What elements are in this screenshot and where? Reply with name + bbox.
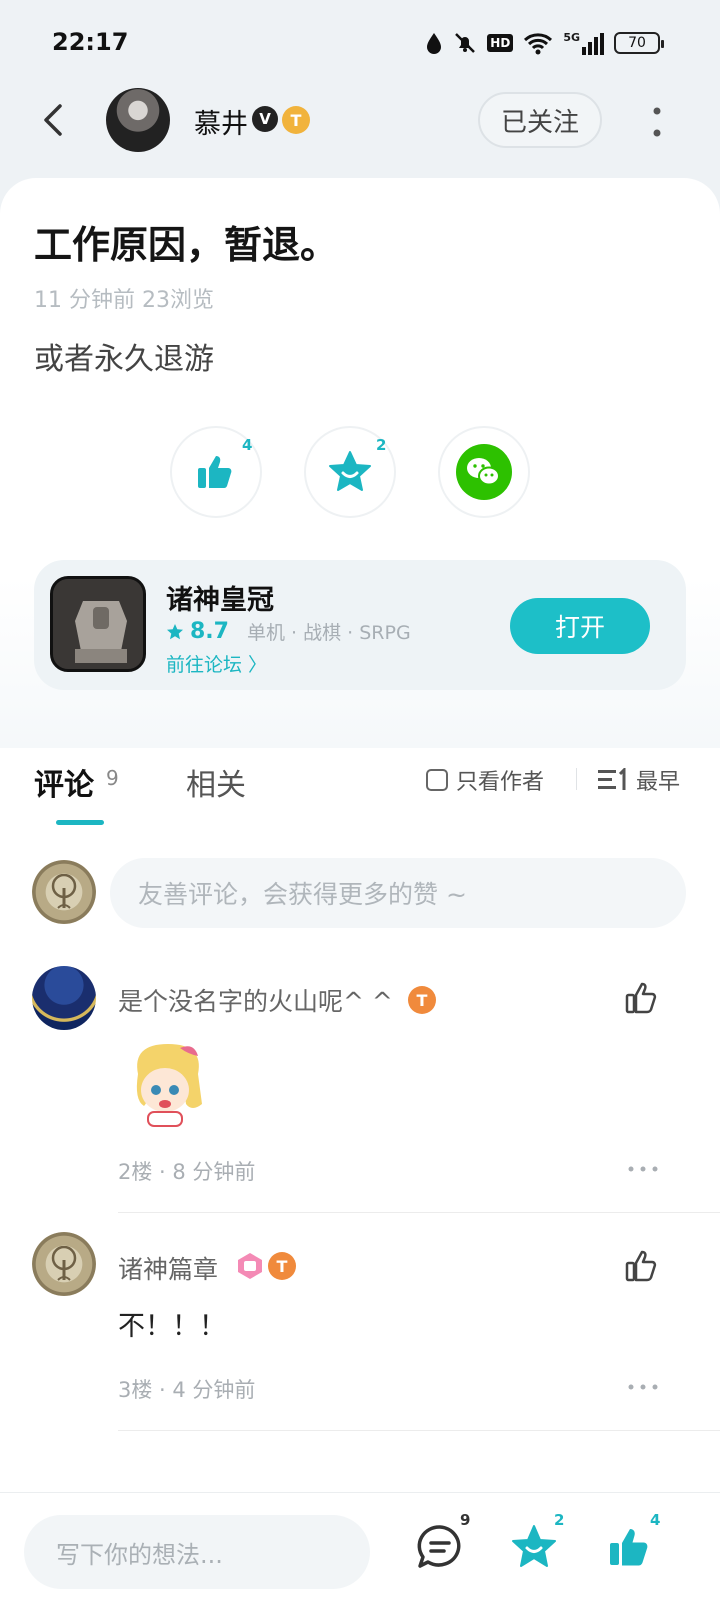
comment-input[interactable]: 友善评论，会获得更多的赞 ~ bbox=[110, 858, 686, 928]
author-avatar[interactable] bbox=[106, 88, 170, 152]
star-icon bbox=[329, 451, 371, 491]
bottom-bar: 写下你的想法... 9 2 4 bbox=[0, 1492, 720, 1610]
comments-section: 评论 9 相关 只看作者 最早 友善评论，会获得更多的赞 ~ 是个没名字的火山呢… bbox=[0, 748, 720, 1492]
thumbs-up-icon bbox=[198, 456, 232, 488]
open-game-button[interactable]: 打开 bbox=[510, 598, 650, 654]
tab-comment-count: 9 bbox=[106, 766, 119, 790]
author-pink-badge-icon bbox=[238, 1253, 262, 1279]
game-card[interactable]: 诸神皇冠 8.7 单机 · 战棋 · SRPG 前往论坛 〉 打开 bbox=[34, 560, 686, 690]
game-score: 8.7 bbox=[190, 619, 229, 644]
tree-icon bbox=[51, 874, 77, 909]
commenter-name[interactable]: 是个没名字的火山呢^ ^ bbox=[118, 982, 393, 1018]
favorite-count: 2 bbox=[376, 436, 387, 454]
status-time: 22:17 bbox=[52, 28, 129, 56]
tab-comments[interactable]: 评论 bbox=[34, 760, 94, 804]
post-header: 慕井 V T 已关注 bbox=[0, 86, 720, 178]
level-badge: T bbox=[268, 1252, 296, 1280]
my-avatar bbox=[32, 860, 96, 924]
thumbs-up-icon[interactable] bbox=[624, 1248, 660, 1284]
level-badge: T bbox=[408, 986, 436, 1014]
comment-divider bbox=[118, 1430, 720, 1431]
water-drop-icon bbox=[427, 33, 442, 54]
post-meta: 11 分钟前 23浏览 bbox=[34, 288, 214, 313]
more-horizontal-icon[interactable] bbox=[626, 1382, 660, 1392]
sort-label: 最早 bbox=[636, 770, 681, 795]
like-count: 4 bbox=[242, 436, 253, 454]
tree-icon bbox=[51, 1246, 77, 1281]
favorite-button[interactable]: 2 bbox=[304, 426, 396, 518]
post-card: 工作原因，暂退。 11 分钟前 23浏览 或者永久退游 4 2 诸神皇冠 8.7… bbox=[0, 178, 720, 748]
signal-icon: 5G bbox=[563, 31, 604, 55]
bottom-like-count: 4 bbox=[650, 1511, 661, 1529]
bottom-comment-count: 9 bbox=[460, 1511, 471, 1529]
thumbs-up-icon[interactable] bbox=[606, 1523, 654, 1571]
author-only-label: 只看作者 bbox=[456, 770, 545, 795]
checkbox-icon[interactable] bbox=[426, 769, 448, 791]
divider bbox=[576, 768, 577, 790]
bottom-favorite-count: 2 bbox=[554, 1511, 565, 1529]
commenter-avatar[interactable] bbox=[32, 966, 96, 1030]
post-body: 或者永久退游 bbox=[34, 342, 214, 377]
status-bar: 22:17 HD 5G 70 bbox=[0, 0, 720, 86]
game-tags: 单机 · 战棋 · SRPG bbox=[246, 622, 411, 644]
thumbs-up-icon[interactable] bbox=[624, 980, 660, 1016]
commenter-avatar[interactable] bbox=[32, 1232, 96, 1296]
armor-icon bbox=[53, 579, 143, 669]
author-only-toggle[interactable]: 只看作者 bbox=[426, 764, 544, 796]
level-badge: T bbox=[282, 106, 310, 134]
share-wechat-button[interactable] bbox=[438, 426, 530, 518]
wechat-icon bbox=[456, 444, 512, 500]
game-icon[interactable] bbox=[50, 576, 146, 672]
comment-meta: 3楼 · 4 分钟前 bbox=[118, 1378, 256, 1402]
game-rating: 8.7 单机 · 战棋 · SRPG bbox=[166, 618, 411, 645]
commenter-name[interactable]: 诸神篇章 bbox=[118, 1250, 218, 1286]
anime-sticker bbox=[136, 1044, 202, 1127]
tab-related[interactable]: 相关 bbox=[186, 760, 246, 804]
wifi-icon bbox=[524, 33, 553, 55]
mute-bell-icon bbox=[455, 33, 476, 53]
status-icons: HD 5G 70 bbox=[425, 28, 664, 58]
battery-level: 70 bbox=[628, 35, 646, 51]
back-arrow-icon[interactable] bbox=[34, 100, 74, 140]
comment-text: 不！！！ bbox=[118, 1311, 226, 1342]
sort-icon bbox=[598, 768, 626, 790]
verified-badge: V bbox=[252, 106, 278, 132]
comment-divider bbox=[118, 1212, 720, 1213]
battery-icon: 70 bbox=[614, 32, 664, 54]
author-name[interactable]: 慕井 bbox=[194, 102, 248, 141]
like-button[interactable]: 4 bbox=[170, 426, 262, 518]
post-title: 工作原因，暂退。 bbox=[34, 223, 339, 267]
reply-input[interactable]: 写下你的想法... bbox=[24, 1515, 370, 1589]
forum-link[interactable]: 前往论坛 〉 bbox=[166, 650, 267, 677]
network-type: 5G bbox=[563, 31, 580, 44]
comment-meta: 2楼 · 8 分钟前 bbox=[118, 1160, 256, 1184]
more-horizontal-icon[interactable] bbox=[626, 1164, 660, 1174]
rating-star-icon bbox=[167, 623, 183, 639]
more-vertical-icon[interactable] bbox=[650, 102, 664, 142]
star-icon[interactable] bbox=[510, 1523, 558, 1571]
hd-icon: HD bbox=[487, 34, 514, 52]
tab-indicator bbox=[56, 820, 104, 825]
follow-button[interactable]: 已关注 bbox=[478, 92, 602, 148]
game-name[interactable]: 诸神皇冠 bbox=[166, 578, 274, 617]
comment-bubble-icon[interactable] bbox=[416, 1523, 464, 1571]
sort-toggle[interactable]: 最早 bbox=[598, 764, 680, 796]
